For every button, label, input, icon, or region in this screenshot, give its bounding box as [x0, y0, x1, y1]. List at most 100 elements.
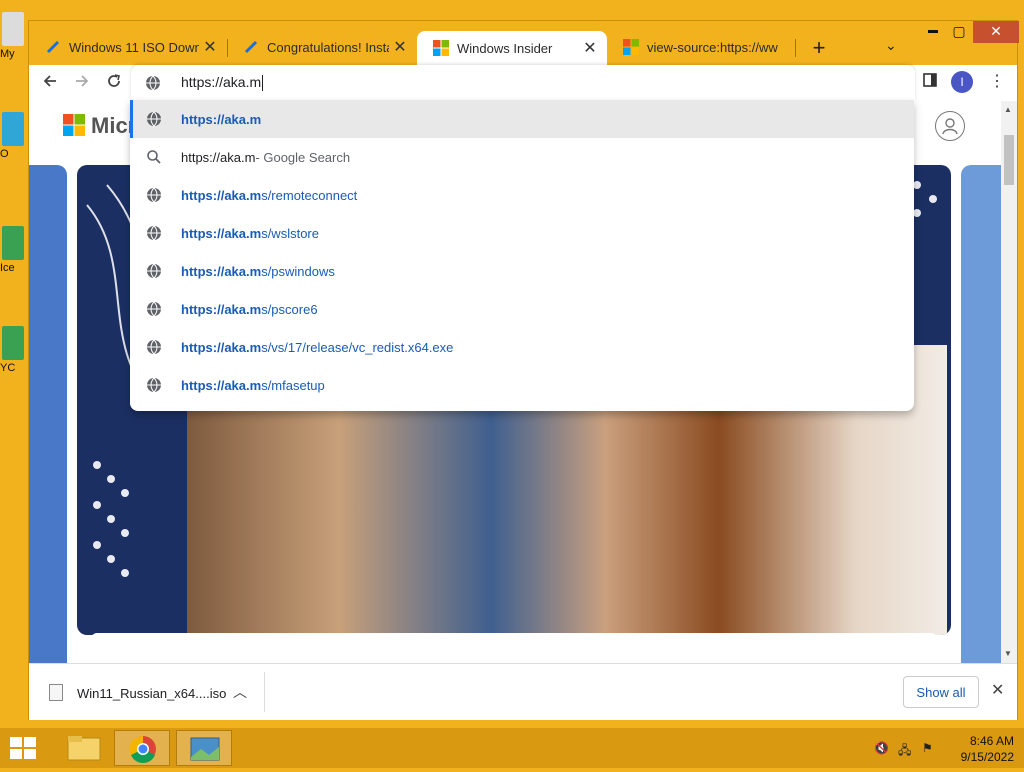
side-panel-icon[interactable] — [923, 73, 937, 90]
suggestion-rest: s/pswindows — [261, 263, 335, 279]
show-all-button[interactable]: Show all — [903, 676, 979, 708]
tab-congratulations-install[interactable]: Congratulations! Install ✕ — [227, 31, 417, 63]
desktop-icon-label: O — [0, 148, 9, 160]
arrow-right-icon — [76, 75, 89, 87]
globe-icon — [147, 111, 161, 127]
shortcut-icon — [2, 226, 24, 260]
desktop-icon-label: YC — [0, 362, 16, 374]
system-clock[interactable]: 8:46 AM 9/15/2022 — [944, 733, 1014, 765]
shortcut-icon — [2, 326, 24, 360]
microsoft-logo-icon — [623, 39, 639, 55]
tab-view-source[interactable]: view-source:https://ww — [607, 31, 797, 63]
user-account-icon[interactable] — [935, 111, 965, 141]
forward-button[interactable] — [69, 71, 95, 95]
suggestion-match: https://aka.m — [181, 187, 262, 203]
close-window-button[interactable]: ✕ — [973, 21, 1019, 43]
suggestion-item[interactable]: https://aka.m s/pscore6 — [130, 290, 914, 328]
suggestion-match: https://aka.m — [181, 263, 262, 279]
text-caret — [262, 75, 264, 92]
globe-icon — [147, 339, 161, 355]
profile-avatar[interactable]: I — [951, 71, 973, 93]
browser-toolbar: https://aka.m I ⋮ — [29, 65, 1017, 102]
microsoft-logo-icon — [433, 40, 449, 56]
globe-icon — [146, 75, 160, 91]
back-button[interactable] — [37, 71, 63, 95]
file-icon — [49, 684, 63, 701]
suggestion-rest: s/vs/17/release/vc_redist.x64.exe — [261, 339, 454, 355]
suggestion-rest: s/pscore6 — [261, 301, 318, 317]
reload-icon — [108, 74, 120, 87]
globe-icon — [147, 187, 161, 203]
tab-strip: Windows 11 ISO Downl ✕ Congratulations! … — [29, 21, 1019, 65]
suggestion-rest: s/wslstore — [261, 225, 319, 241]
suggestion-match: https://aka.m — [181, 377, 262, 393]
address-input[interactable]: https://aka.m — [181, 74, 264, 92]
divider — [264, 672, 265, 712]
suggestion-match: https://aka.m — [181, 225, 262, 241]
suggestion-match: https://aka.m — [181, 339, 262, 355]
suggestion-item[interactable]: https://aka.m s/wslstore — [130, 214, 914, 252]
suggestion-item[interactable]: https://aka.m s/pswindows — [130, 252, 914, 290]
desktop-icon-label: Ice — [0, 262, 15, 274]
close-icon[interactable]: ✕ — [199, 37, 221, 57]
windows-start-icon[interactable] — [10, 737, 36, 759]
chrome-icon — [129, 735, 156, 763]
tab-title: Congratulations! Install — [267, 39, 389, 55]
taskbar: 🔇 🖧 ⚑ 8:46 AM 9/15/2022 — [0, 728, 1024, 768]
download-bar: Win11_Russian_x64....iso ︿ Show all ✕ — [29, 663, 1017, 720]
clock-date: 9/15/2022 — [960, 750, 1014, 764]
suggestion-item[interactable]: https://aka.m — [130, 100, 914, 138]
desktop-icon-2[interactable]: O — [0, 112, 24, 160]
carousel-next-slide[interactable] — [961, 165, 1001, 663]
scroll-up-arrow-icon[interactable]: ▲ — [1004, 105, 1012, 114]
close-icon[interactable]: ✕ — [389, 37, 411, 57]
action-center-flag-icon[interactable]: ⚑ — [922, 741, 938, 755]
desktop-icon-4[interactable]: YC — [0, 326, 24, 374]
new-tab-button[interactable]: + — [807, 35, 831, 61]
folder-icon — [67, 736, 101, 761]
taskbar-photos[interactable] — [176, 730, 232, 766]
shortcut-icon — [2, 112, 24, 146]
suggestion-hint: - Google Search — [255, 149, 351, 165]
network-icon[interactable]: 🖧 — [898, 741, 914, 757]
suggestion-item[interactable]: https://aka.m s/mfasetup — [130, 366, 914, 404]
tab-title: Windows Insider — [457, 40, 553, 56]
suggestion-rest: s/mfasetup — [261, 377, 325, 393]
desktop-icon-my-computer[interactable]: My — [0, 12, 24, 60]
desktop-icon-3[interactable]: Ice — [0, 226, 24, 274]
tab-windows-11-iso-download[interactable]: Windows 11 ISO Downl ✕ — [29, 31, 227, 63]
tab-title: view-source:https://ww — [647, 39, 778, 55]
scroll-down-arrow-icon[interactable]: ▼ — [1004, 649, 1012, 658]
suggestion-match: https://aka.m — [181, 301, 262, 317]
suggestion-query: https://aka.m — [181, 149, 256, 165]
kebab-menu-icon[interactable]: ⋮ — [989, 71, 1005, 91]
tab-search-chevron-down-icon[interactable]: ⌄ — [885, 37, 897, 54]
taskbar-file-explorer[interactable] — [56, 730, 112, 766]
globe-icon — [147, 301, 161, 317]
chevron-up-icon[interactable]: ︿ — [233, 682, 247, 702]
address-bar[interactable]: https://aka.m — [131, 65, 915, 101]
computer-icon — [2, 12, 24, 46]
tab-windows-insider[interactable]: Windows Insider ✕ — [417, 31, 607, 65]
microsoft-logo-icon[interactable] — [63, 114, 85, 136]
reload-button[interactable] — [101, 71, 127, 95]
globe-icon — [147, 225, 161, 241]
hero-content-card — [91, 633, 937, 663]
suggestion-item[interactable]: https://aka.m s/remoteconnect — [130, 176, 914, 214]
page-scrollbar[interactable]: ▲ ▼ — [1001, 101, 1017, 663]
arrow-left-icon — [43, 75, 56, 87]
picture-icon — [190, 737, 220, 761]
desktop-icon-label: My — [0, 48, 15, 60]
taskbar-chrome[interactable] — [114, 730, 170, 766]
speaker-muted-icon[interactable]: 🔇 — [874, 741, 890, 755]
clock-time: 8:46 AM — [969, 734, 1014, 748]
close-download-bar-icon[interactable]: ✕ — [991, 680, 1004, 700]
suggestion-item[interactable]: https://aka.m s/vs/17/release/vc_redist.x… — [130, 328, 914, 366]
download-file-name[interactable]: Win11_Russian_x64....iso — [77, 686, 226, 701]
suggestion-item-search[interactable]: https://aka.m - Google Search — [130, 138, 914, 176]
scroll-thumb[interactable] — [1004, 135, 1014, 185]
carousel-prev-slide[interactable] — [29, 165, 67, 663]
tab-title: Windows 11 ISO Downl — [69, 39, 199, 55]
globe-icon — [147, 377, 161, 393]
close-icon[interactable]: ✕ — [579, 38, 601, 58]
